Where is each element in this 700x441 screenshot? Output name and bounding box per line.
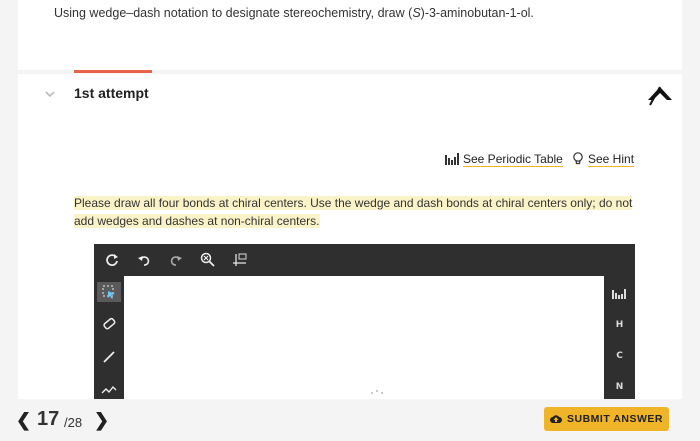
submit-label: SUBMIT ANSWER	[567, 413, 663, 425]
question-card: Using wedge–dash notation to designate s…	[18, 0, 682, 70]
eraser-icon[interactable]	[97, 314, 121, 334]
periodic-table-label: See Periodic Table	[463, 152, 563, 166]
drawing-canvas[interactable]	[124, 276, 604, 399]
single-bond-icon[interactable]	[97, 347, 121, 367]
page: Using wedge–dash notation to designate s…	[0, 0, 700, 441]
instruction-text: Please draw all four bonds at chiral cen…	[74, 196, 633, 228]
total-questions: /28	[64, 415, 83, 430]
question-prefix: Using wedge–dash notation to designate s…	[54, 6, 413, 20]
element-toolbar: H C N	[604, 276, 635, 399]
hint-label: See Hint	[588, 152, 635, 166]
periodic-table-icon	[445, 153, 459, 165]
redo-icon[interactable]	[166, 250, 186, 270]
structure-editor[interactable]: H C N	[94, 244, 635, 399]
selection-icon[interactable]	[97, 282, 121, 303]
resize-handle-icon[interactable]	[369, 389, 385, 395]
question-stereo: S	[412, 6, 421, 20]
2d-template-icon[interactable]	[230, 250, 250, 270]
bottom-bar: ❮ 17 /28 ❯ SUBMIT ANSWER	[0, 399, 700, 441]
previous-question-button[interactable]: ❮	[16, 410, 31, 431]
editor-toolbar	[94, 244, 635, 276]
see-periodic-table-link[interactable]: See Periodic Table	[445, 152, 563, 166]
editor-left-toolbar	[94, 276, 124, 399]
question-text: Using wedge–dash notation to designate s…	[54, 6, 534, 20]
reset-icon[interactable]	[102, 250, 122, 270]
cloud-upload-icon	[550, 415, 563, 423]
chevron-down-icon[interactable]	[43, 87, 57, 101]
periodic-table-button[interactable]	[608, 284, 632, 304]
element-n-button[interactable]: N	[608, 377, 632, 397]
current-question-number: 17	[37, 408, 60, 430]
attempt-tab-underline	[74, 70, 152, 73]
element-c-button[interactable]: C	[608, 346, 632, 366]
undo-icon[interactable]	[134, 250, 154, 270]
next-question-button[interactable]: ❯	[94, 410, 109, 431]
lightbulb-icon	[573, 152, 583, 165]
flag-icon[interactable]	[646, 83, 674, 107]
element-h-button[interactable]: H	[608, 315, 632, 335]
attempt-card: 1st attempt See Periodic Table See Hint …	[18, 70, 682, 399]
attempt-title[interactable]: 1st attempt	[74, 85, 149, 101]
submit-answer-button[interactable]: SUBMIT ANSWER	[544, 407, 669, 431]
see-hint-link[interactable]: See Hint	[572, 152, 634, 166]
chain-icon[interactable]	[97, 379, 121, 399]
zoom-icon[interactable]	[198, 250, 218, 270]
question-suffix: )-3-aminobutan-1-ol.	[420, 6, 534, 20]
